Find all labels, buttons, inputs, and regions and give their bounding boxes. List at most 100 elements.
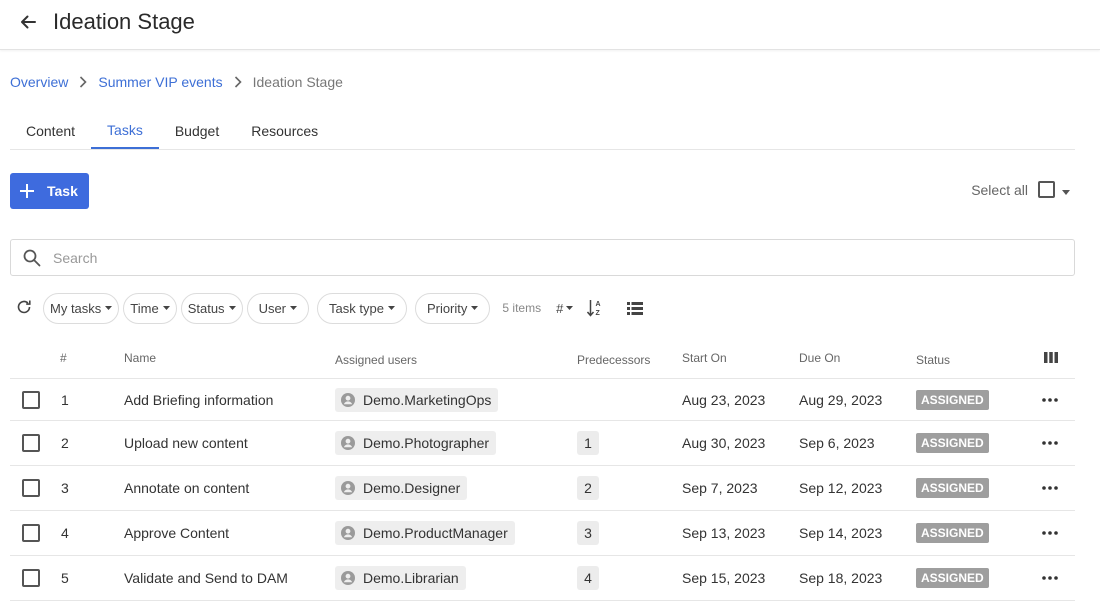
more-options-icon[interactable] xyxy=(1042,486,1058,490)
filter-time-label: Time xyxy=(130,300,159,316)
column-start-on[interactable]: Start On xyxy=(682,351,727,365)
sort-field-dropdown[interactable]: # xyxy=(556,300,574,316)
user-avatar-icon xyxy=(341,571,355,585)
filter-time[interactable]: Time xyxy=(123,292,177,324)
filter-user[interactable]: User xyxy=(246,292,310,324)
plus-icon xyxy=(20,184,34,198)
column-number[interactable]: # xyxy=(60,351,67,365)
filter-status-label: Status xyxy=(187,300,225,316)
status-badge: ASSIGNED xyxy=(916,523,989,543)
filter-my-tasks-label: My tasks xyxy=(50,300,102,316)
caret-down-icon xyxy=(162,306,170,310)
chevron-right-icon xyxy=(234,76,242,88)
svg-text:Z: Z xyxy=(596,310,601,317)
tab-bar: Content Tasks Budget Resources xyxy=(10,113,1075,150)
filter-priority-label: Priority xyxy=(426,300,468,316)
filter-task-type[interactable]: Task type xyxy=(317,292,407,324)
chevron-right-icon xyxy=(79,76,87,88)
predecessor-badge[interactable]: 2 xyxy=(577,476,599,500)
search-input[interactable] xyxy=(53,249,953,266)
assigned-user-name: Demo.ProductManager xyxy=(363,525,508,541)
filter-status[interactable]: Status xyxy=(180,292,243,324)
table-row[interactable]: 3 Annotate on content Demo.Designer 2 Se… xyxy=(10,466,1075,511)
table-row[interactable]: 4 Approve Content Demo.ProductManager 3 … xyxy=(10,511,1075,556)
tab-budget[interactable]: Budget xyxy=(159,113,235,149)
status-badge: ASSIGNED xyxy=(916,478,989,498)
caret-down-icon xyxy=(471,306,479,310)
row-checkbox[interactable] xyxy=(22,479,40,497)
row-checkbox[interactable] xyxy=(22,390,40,409)
tab-tasks[interactable]: Tasks xyxy=(91,113,159,149)
tab-content[interactable]: Content xyxy=(10,113,91,149)
more-options-icon[interactable] xyxy=(1042,441,1058,445)
predecessor-badge[interactable]: 1 xyxy=(577,431,599,455)
column-due-on[interactable]: Due On xyxy=(799,351,840,365)
caret-down-icon[interactable] xyxy=(1062,182,1070,198)
table-row[interactable]: 2 Upload new content Demo.Photographer 1… xyxy=(10,421,1075,466)
task-name[interactable]: Annotate on content xyxy=(124,480,249,496)
assigned-user-chip[interactable]: Demo.Designer xyxy=(335,476,468,500)
assigned-user-name: Demo.MarketingOps xyxy=(363,391,492,408)
add-task-label: Task xyxy=(47,183,78,199)
row-number: 4 xyxy=(61,525,69,541)
caret-down-icon xyxy=(228,306,236,310)
svg-text:A: A xyxy=(596,301,601,308)
start-date: Sep 7, 2023 xyxy=(682,480,758,496)
task-name[interactable]: Validate and Send to DAM xyxy=(124,570,288,586)
start-date: Sep 13, 2023 xyxy=(682,525,766,541)
column-assigned-users[interactable]: Assigned users xyxy=(335,353,417,367)
more-options-icon[interactable] xyxy=(1042,576,1058,580)
filter-bar: My tasks Time Status User Task type Prio… xyxy=(16,292,667,324)
tab-resources[interactable]: Resources xyxy=(235,113,334,149)
column-status[interactable]: Status xyxy=(916,353,950,367)
assigned-user-chip[interactable]: Demo.ProductManager xyxy=(335,521,515,545)
row-checkbox[interactable] xyxy=(22,524,40,542)
sort-field-label: # xyxy=(556,300,564,316)
list-view-icon[interactable] xyxy=(627,301,644,315)
sort-ascending-icon[interactable]: AZ xyxy=(587,299,603,317)
column-name[interactable]: Name xyxy=(124,351,156,365)
start-date: Aug 30, 2023 xyxy=(682,435,766,451)
predecessor-badge[interactable]: 4 xyxy=(577,566,599,590)
filter-priority[interactable]: Priority xyxy=(414,292,491,324)
more-options-icon[interactable] xyxy=(1042,531,1058,535)
table-row[interactable]: 1 Add Briefing information Demo.Marketin… xyxy=(10,379,1075,421)
task-name[interactable]: Upload new content xyxy=(124,435,248,451)
due-date: Sep 18, 2023 xyxy=(799,570,883,586)
items-count: 5 items xyxy=(502,301,542,315)
breadcrumb-summer-vip-events[interactable]: Summer VIP events xyxy=(98,74,222,90)
task-name[interactable]: Approve Content xyxy=(124,525,229,541)
search-bar xyxy=(10,239,1075,276)
add-task-button[interactable]: Task xyxy=(10,173,89,209)
column-settings-icon[interactable] xyxy=(1044,352,1058,366)
assigned-user-chip[interactable]: Demo.Photographer xyxy=(335,431,497,455)
select-all-label: Select all xyxy=(971,181,1028,198)
user-avatar-icon xyxy=(341,481,355,495)
user-avatar-icon xyxy=(341,392,355,407)
predecessor-badge[interactable]: 3 xyxy=(577,521,599,545)
breadcrumb: Overview Summer VIP events Ideation Stag… xyxy=(10,74,343,90)
back-arrow-icon[interactable] xyxy=(14,8,42,36)
table-header: # Name Assigned users Predecessors Start… xyxy=(10,338,1075,379)
caret-down-icon xyxy=(105,306,113,310)
row-checkbox[interactable] xyxy=(22,569,40,587)
select-all: Select all xyxy=(971,181,1070,198)
column-predecessors[interactable]: Predecessors xyxy=(577,353,650,367)
table-row[interactable]: 5 Validate and Send to DAM Demo.Libraria… xyxy=(10,556,1075,601)
status-badge: ASSIGNED xyxy=(916,433,989,453)
assigned-user-chip[interactable]: Demo.Librarian xyxy=(335,566,466,590)
breadcrumb-overview[interactable]: Overview xyxy=(10,74,68,90)
assigned-user-chip[interactable]: Demo.MarketingOps xyxy=(335,387,499,412)
due-date: Sep 6, 2023 xyxy=(799,435,875,451)
more-options-icon[interactable] xyxy=(1042,397,1058,402)
row-checkbox[interactable] xyxy=(22,434,40,452)
top-bar: Ideation Stage xyxy=(0,0,1100,50)
row-number: 3 xyxy=(61,480,69,496)
start-date: Sep 15, 2023 xyxy=(682,570,766,586)
page-title: Ideation Stage xyxy=(53,9,195,34)
refresh-icon[interactable] xyxy=(16,299,34,317)
select-all-checkbox[interactable] xyxy=(1038,181,1055,198)
filter-my-tasks[interactable]: My tasks xyxy=(43,292,120,324)
task-name[interactable]: Add Briefing information xyxy=(124,392,273,408)
filter-task-type-label: Task type xyxy=(329,300,384,316)
